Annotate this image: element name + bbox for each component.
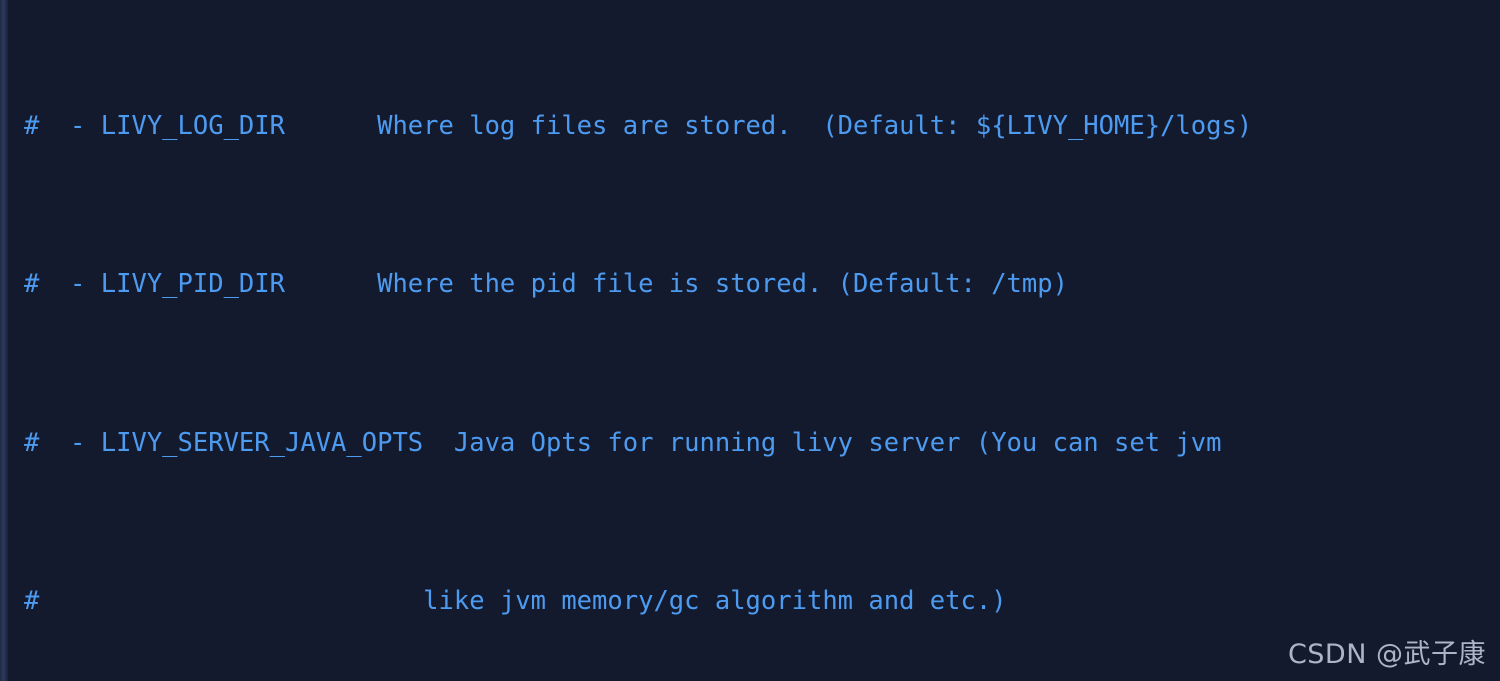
comment-line-livy-pid-dir: # - LIVY_PID_DIR Where the pid file is s…: [24, 265, 1500, 305]
comment-line-java-opts-continued: # like jvm memory/gc algorithm and etc.): [24, 582, 1500, 622]
vim-text-buffer[interactable]: # - LIVY_LOG_DIR Where log files are sto…: [24, 0, 1500, 681]
comment-text: # - LIVY_LOG_DIR Where log files are sto…: [24, 110, 1253, 141]
comment-text: # - LIVY_PID_DIR Where the pid file is s…: [24, 269, 1068, 300]
comment-text: # like jvm memory/gc algorithm and etc.): [24, 585, 1007, 616]
comment-text: # - LIVY_SERVER_JAVA_OPTS Java Opts for …: [24, 427, 1222, 458]
terminal-window: # - LIVY_LOG_DIR Where log files are sto…: [0, 0, 1500, 681]
csdn-watermark: CSDN @武子康: [1287, 639, 1486, 670]
window-left-edge-strip: [0, 0, 8, 681]
comment-line-livy-server-java-opts: # - LIVY_SERVER_JAVA_OPTS Java Opts for …: [24, 424, 1500, 464]
comment-line-livy-log-dir: # - LIVY_LOG_DIR Where log files are sto…: [24, 107, 1500, 147]
